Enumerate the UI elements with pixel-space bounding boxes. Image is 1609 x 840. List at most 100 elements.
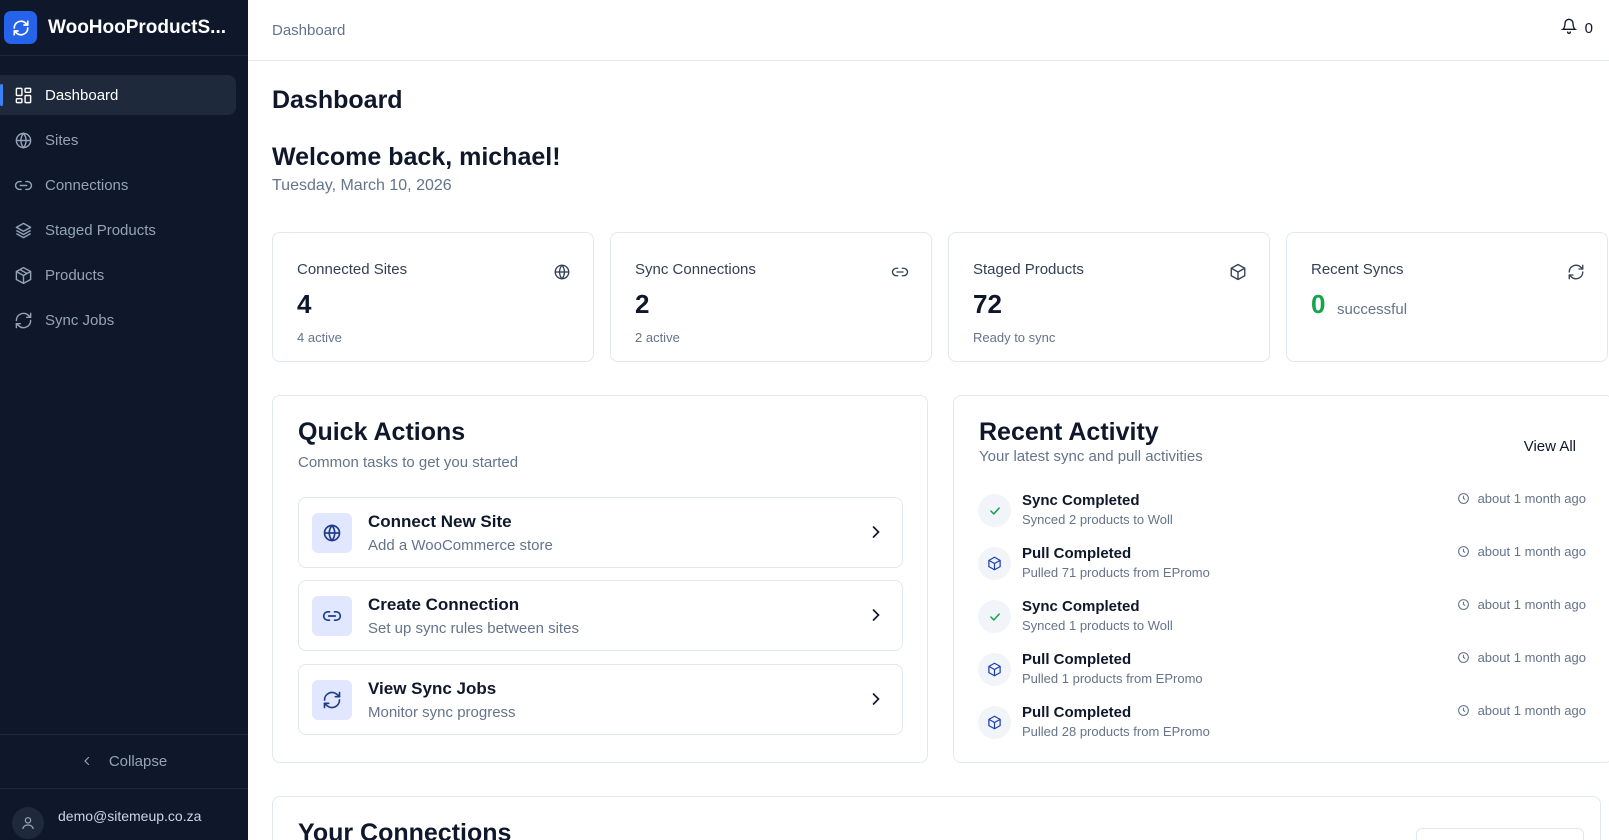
activity-time: about 1 month ago [1457, 650, 1586, 665]
sidebar: WooHooProductS... Dashboard Sites Connec… [0, 0, 248, 840]
notifications-button[interactable]: 0 [1560, 18, 1593, 38]
avatar [12, 807, 44, 839]
sidebar-item-label: Dashboard [45, 86, 119, 104]
check-icon [978, 494, 1011, 527]
package-icon [13, 265, 33, 285]
collapse-button[interactable]: Collapse [0, 734, 248, 789]
app-name: WooHooProductS... [48, 16, 227, 38]
activity-item[interactable]: Pull Completed Pulled 28 products from E… [978, 703, 1586, 749]
page-title: Dashboard [272, 86, 403, 114]
connections-panel: Your Connections [272, 796, 1601, 840]
quick-action-desc: Set up sync rules between sites [368, 619, 579, 637]
package-icon [978, 653, 1011, 686]
activity-title: Sync Completed [1022, 598, 1140, 615]
activity-time-label: about 1 month ago [1477, 597, 1586, 612]
layout-dashboard-icon [13, 85, 33, 105]
stat-card-recent-syncs: Recent Syncs 0 successful [1286, 232, 1608, 362]
activity-title: Pull Completed [1022, 545, 1132, 562]
stat-label: Connected Sites [297, 261, 408, 278]
stat-value: 72 [973, 289, 1002, 319]
sidebar-item-products[interactable]: Products [0, 255, 236, 295]
bell-icon [1560, 18, 1577, 38]
sidebar-item-label: Sync Jobs [45, 311, 115, 329]
sidebar-item-label: Sites [45, 131, 79, 149]
chevron-right-icon [866, 605, 886, 625]
clock-icon [1457, 705, 1469, 716]
sidebar-nav: Dashboard Sites Connections Staged Produ… [0, 56, 248, 340]
package-icon [978, 547, 1011, 580]
stat-sub: 4 active [297, 330, 342, 345]
stat-label: Sync Connections [635, 261, 756, 278]
activity-title: Pull Completed [1022, 704, 1132, 721]
quick-action-text: View Sync Jobs Monitor sync progress [368, 679, 516, 721]
activity-time: about 1 month ago [1457, 544, 1586, 559]
globe-icon [13, 130, 33, 150]
welcome-heading: Welcome back, michael! [272, 143, 561, 171]
stat-label: Recent Syncs [1311, 261, 1404, 278]
refresh-icon [1567, 263, 1585, 281]
chevron-right-icon [866, 689, 886, 709]
topbar: Dashboard 0 [248, 0, 1609, 61]
chevron-left-icon [81, 754, 93, 770]
clock-icon [1457, 546, 1469, 557]
stat-card-staged-products: Staged Products 72 Ready to sync [948, 232, 1270, 362]
current-date: Tuesday, March 10, 2026 [272, 177, 452, 194]
activity-item[interactable]: Pull Completed Pulled 1 products from EP… [978, 650, 1586, 696]
connect-new-site-button[interactable]: Connect New Site Add a WooCommerce store [298, 497, 903, 568]
activity-time-label: about 1 month ago [1477, 544, 1586, 559]
activity-item[interactable]: Pull Completed Pulled 71 products from E… [978, 544, 1586, 590]
main-content: Dashboard 0 Dashboard Welcome back, mich… [248, 0, 1609, 840]
activity-time: about 1 month ago [1457, 597, 1586, 612]
stat-suffix: successful [1337, 301, 1408, 318]
activity-time: about 1 month ago [1457, 491, 1586, 506]
globe-icon [553, 263, 571, 281]
activity-time-label: about 1 month ago [1477, 703, 1586, 718]
sidebar-item-label: Staged Products [45, 221, 156, 239]
panel-subtitle: Your latest sync and pull activities [979, 448, 1203, 465]
brand[interactable]: WooHooProductS... [0, 0, 248, 56]
panel-title: Recent Activity [979, 418, 1159, 446]
recent-activity-panel: Recent Activity Your latest sync and pul… [953, 395, 1609, 763]
stat-label: Staged Products [973, 261, 1084, 278]
stat-value: 2 [635, 289, 650, 319]
quick-action-text: Connect New Site Add a WooCommerce store [368, 512, 553, 554]
quick-action-desc: Add a WooCommerce store [368, 536, 553, 554]
quick-action-title: Connect New Site [368, 511, 512, 531]
chevron-right-icon [866, 522, 886, 542]
activity-time-label: about 1 month ago [1477, 650, 1586, 665]
create-connection-button[interactable]: Create Connection Set up sync rules betw… [298, 580, 903, 651]
clock-icon [1457, 493, 1469, 504]
activity-item[interactable]: Sync Completed Synced 1 products to Woll… [978, 597, 1586, 643]
activity-desc: Synced 2 products to Woll [1022, 512, 1173, 527]
activity-desc: Pulled 1 products from EPromo [1022, 671, 1203, 686]
clock-icon [1457, 652, 1469, 663]
stat-sub: 2 active [635, 330, 680, 345]
package-icon [1229, 263, 1247, 281]
sidebar-item-sites[interactable]: Sites [0, 120, 236, 160]
quick-action-title: Create Connection [368, 594, 520, 614]
quick-actions-panel: Quick Actions Common tasks to get you st… [272, 395, 928, 763]
quick-action-text: Create Connection Set up sync rules betw… [368, 595, 579, 637]
stat-sub: Ready to sync [973, 330, 1056, 345]
activity-desc: Synced 1 products to Woll [1022, 618, 1173, 633]
notification-count: 0 [1584, 19, 1593, 37]
refresh-icon [13, 310, 33, 330]
globe-icon [312, 512, 352, 553]
view-sync-jobs-button[interactable]: View Sync Jobs Monitor sync progress [298, 664, 903, 735]
view-all-link[interactable]: View All [1524, 438, 1576, 455]
connections-action-button[interactable] [1416, 828, 1584, 840]
package-icon [978, 706, 1011, 739]
quick-action-desc: Monitor sync progress [368, 703, 516, 721]
quick-action-title: View Sync Jobs [368, 678, 497, 698]
sidebar-item-connections[interactable]: Connections [0, 165, 236, 205]
breadcrumb[interactable]: Dashboard [272, 22, 345, 39]
activity-item[interactable]: Sync Completed Synced 2 products to Woll… [978, 491, 1586, 537]
user-menu[interactable]: demo@sitemeup.co.za [0, 796, 248, 839]
layers-icon [13, 220, 33, 240]
collapse-label: Collapse [108, 753, 168, 770]
sidebar-item-sync-jobs[interactable]: Sync Jobs [0, 300, 236, 340]
sidebar-item-dashboard[interactable]: Dashboard [0, 75, 236, 115]
sidebar-item-staged-products[interactable]: Staged Products [0, 210, 236, 250]
clock-icon [1457, 599, 1469, 610]
activity-time: about 1 month ago [1457, 703, 1586, 718]
